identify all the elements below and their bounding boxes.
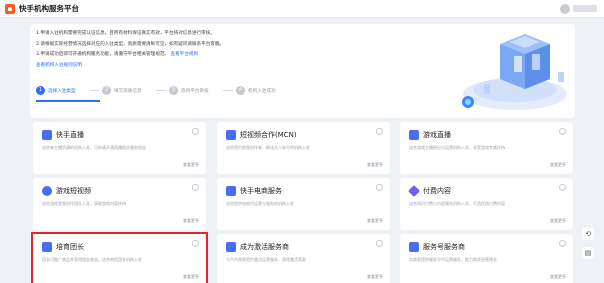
card-title: 游戏短视频 <box>56 187 91 195</box>
diamond-icon <box>407 184 421 198</box>
step-1-number: 1 <box>36 86 45 95</box>
card-ecommerce[interactable]: 快手电商服务 适合提供电商代运营与服务的机构入驻 查看更多 <box>217 178 390 230</box>
step-3-label: 等待平台审核 <box>181 88 209 94</box>
view-more-link[interactable]: 查看更多 <box>550 162 566 168</box>
view-more-link[interactable]: 查看更多 <box>183 274 199 280</box>
card-game-live[interactable]: 游戏直播 适合游戏主播经纪与运营机构入驻，享受游戏专属扶持 查看更多 <box>400 122 573 174</box>
card-description: 团长可推广商品并获得佣金收益，适合带货团长机构入驻 <box>42 257 142 262</box>
gamepad-circle-icon <box>42 186 52 196</box>
select-radio[interactable] <box>376 128 383 135</box>
card-description: 为商家提供服务号代运营服务，助力商家经营增长 <box>409 257 497 262</box>
view-more-link[interactable]: 查看更多 <box>550 274 566 280</box>
step-2: 2 填写资质信息 <box>102 86 142 95</box>
step-3: 3 等待平台审核 <box>169 86 209 95</box>
card-game-video[interactable]: 游戏短视频 适合游戏视频创作团队入驻，获取游戏内容扶持 查看更多 <box>33 178 206 230</box>
video-icon <box>226 130 236 140</box>
notice-line-3: 3.申请成功后即可开通机构服务功能，请遵守平台相关管理规范。 查看平台规则 <box>36 51 198 57</box>
card-title: 付费内容 <box>423 187 451 195</box>
hero-illustration <box>462 34 567 110</box>
entry-rules-link[interactable]: 查看机构入驻规则说明 <box>36 62 82 68</box>
app-logo-icon <box>5 3 15 14</box>
gamepad-icon <box>409 130 419 140</box>
step-4: 4 机构入驻成功 <box>236 86 276 95</box>
card-title: 快手电商服务 <box>240 187 282 195</box>
app-title: 快手机构服务平台 <box>19 4 79 13</box>
step-2-label: 填写资质信息 <box>114 88 142 94</box>
card-description: 适合提供电商代运营与服务的机构入驻 <box>226 201 294 206</box>
card-kuaishou-live[interactable]: 快手直播 适合有主播资源的机构入驻，可申请开通直播相关服务权益 查看更多 <box>33 122 206 174</box>
card-description: 适合游戏视频创作团队入驻，获取游戏内容扶持 <box>42 201 126 206</box>
avatar[interactable] <box>560 4 570 14</box>
flag-icon <box>42 242 52 252</box>
top-bar: 快手机构服务平台 <box>0 0 604 18</box>
card-description: 适合游戏主播经纪与运营机构入驻，享受游戏专属扶持 <box>409 145 505 150</box>
card-activation-provider[interactable]: 成为激活服务商 为平台商家提供激活运营服务，获得激活奖励 查看更多 <box>217 234 390 283</box>
card-description: 为平台商家提供激活运营服务，获得激活奖励 <box>226 257 306 262</box>
step-4-label: 机构入驻成功 <box>248 88 276 94</box>
select-radio[interactable] <box>559 184 566 191</box>
select-radio[interactable] <box>376 184 383 191</box>
step-connector <box>156 90 166 91</box>
notice-line-2: 2.请根据实际经营情况选择对应的入驻类型，资质需要清晰可见，如有疑问请联系平台客… <box>36 42 225 47</box>
card-title: 成为激活服务商 <box>240 243 289 251</box>
step-connector <box>223 90 233 91</box>
card-title: 游戏直播 <box>423 131 451 139</box>
select-radio[interactable] <box>559 240 566 247</box>
step-3-number: 3 <box>169 86 178 95</box>
card-group-leader[interactable]: 培育团长 团长可推广商品并获得佣金收益，适合带货团长机构入驻 查看更多 <box>33 234 206 283</box>
card-title: 短视频合作(MCN) <box>240 131 297 139</box>
card-title: 服务号服务商 <box>423 243 465 251</box>
document-icon[interactable]: ▤ <box>582 247 594 259</box>
view-more-link[interactable]: 查看更多 <box>367 274 383 280</box>
card-description: 适合有主播资源的机构入驻，可申请开通直播相关服务权益 <box>42 145 146 150</box>
card-title: 培育团长 <box>56 243 84 251</box>
play-icon <box>42 130 52 140</box>
card-description: 适合签约视频创作者、孵化达人账号的机构入驻 <box>226 145 310 150</box>
card-description: 适合知识付费与内容服务机构入驻，打造优质付费内容 <box>409 201 505 206</box>
shop-icon <box>226 186 236 196</box>
view-more-link[interactable]: 查看更多 <box>183 218 199 224</box>
view-more-link[interactable]: 查看更多 <box>183 162 199 168</box>
select-radio[interactable] <box>192 240 199 247</box>
link-icon <box>409 242 419 252</box>
notice-line-3-text: 3.申请成功后即可开通机构服务功能，请遵守平台相关管理规范。 <box>36 52 170 57</box>
step-1: 1 选择入驻类型 <box>36 86 76 95</box>
view-more-link[interactable]: 查看更多 <box>550 218 566 224</box>
step-2-number: 2 <box>102 86 111 95</box>
card-paid-content[interactable]: 付费内容 适合知识付费与内容服务机构入驻，打造优质付费内容 查看更多 <box>400 178 573 230</box>
select-radio[interactable] <box>192 128 199 135</box>
select-radio[interactable] <box>192 184 199 191</box>
step-1-label: 选择入驻类型 <box>48 88 76 94</box>
username-blurred[interactable] <box>573 5 597 12</box>
refresh-icon[interactable]: ⟲ <box>582 228 594 240</box>
notice-line-1: 1.申请入驻机构需要完成认证信息，且所有材料保证真实有效，平台将对信息进行审核。 <box>36 31 215 36</box>
active-step-underline <box>36 100 100 102</box>
step-4-number: 4 <box>236 86 245 95</box>
select-radio[interactable] <box>376 240 383 247</box>
card-mcn[interactable]: 短视频合作(MCN) 适合签约视频创作者、孵化达人账号的机构入驻 查看更多 <box>217 122 390 174</box>
card-service-account[interactable]: 服务号服务商 为商家提供服务号代运营服务，助力商家经营增长 查看更多 <box>400 234 573 283</box>
select-radio[interactable] <box>559 128 566 135</box>
platform-rules-link[interactable]: 查看平台规则 <box>170 52 198 57</box>
card-title: 快手直播 <box>56 131 84 139</box>
view-more-link[interactable]: 查看更多 <box>367 162 383 168</box>
user-icon <box>226 242 236 252</box>
view-more-link[interactable]: 查看更多 <box>367 218 383 224</box>
step-connector <box>91 90 99 91</box>
progress-steps: 1 选择入驻类型 2 填写资质信息 3 等待平台审核 4 机构入驻成功 <box>36 86 316 102</box>
notice-panel: 1.申请入驻机构需要完成认证信息，且所有材料保证真实有效，平台将对信息进行审核。… <box>30 24 575 118</box>
